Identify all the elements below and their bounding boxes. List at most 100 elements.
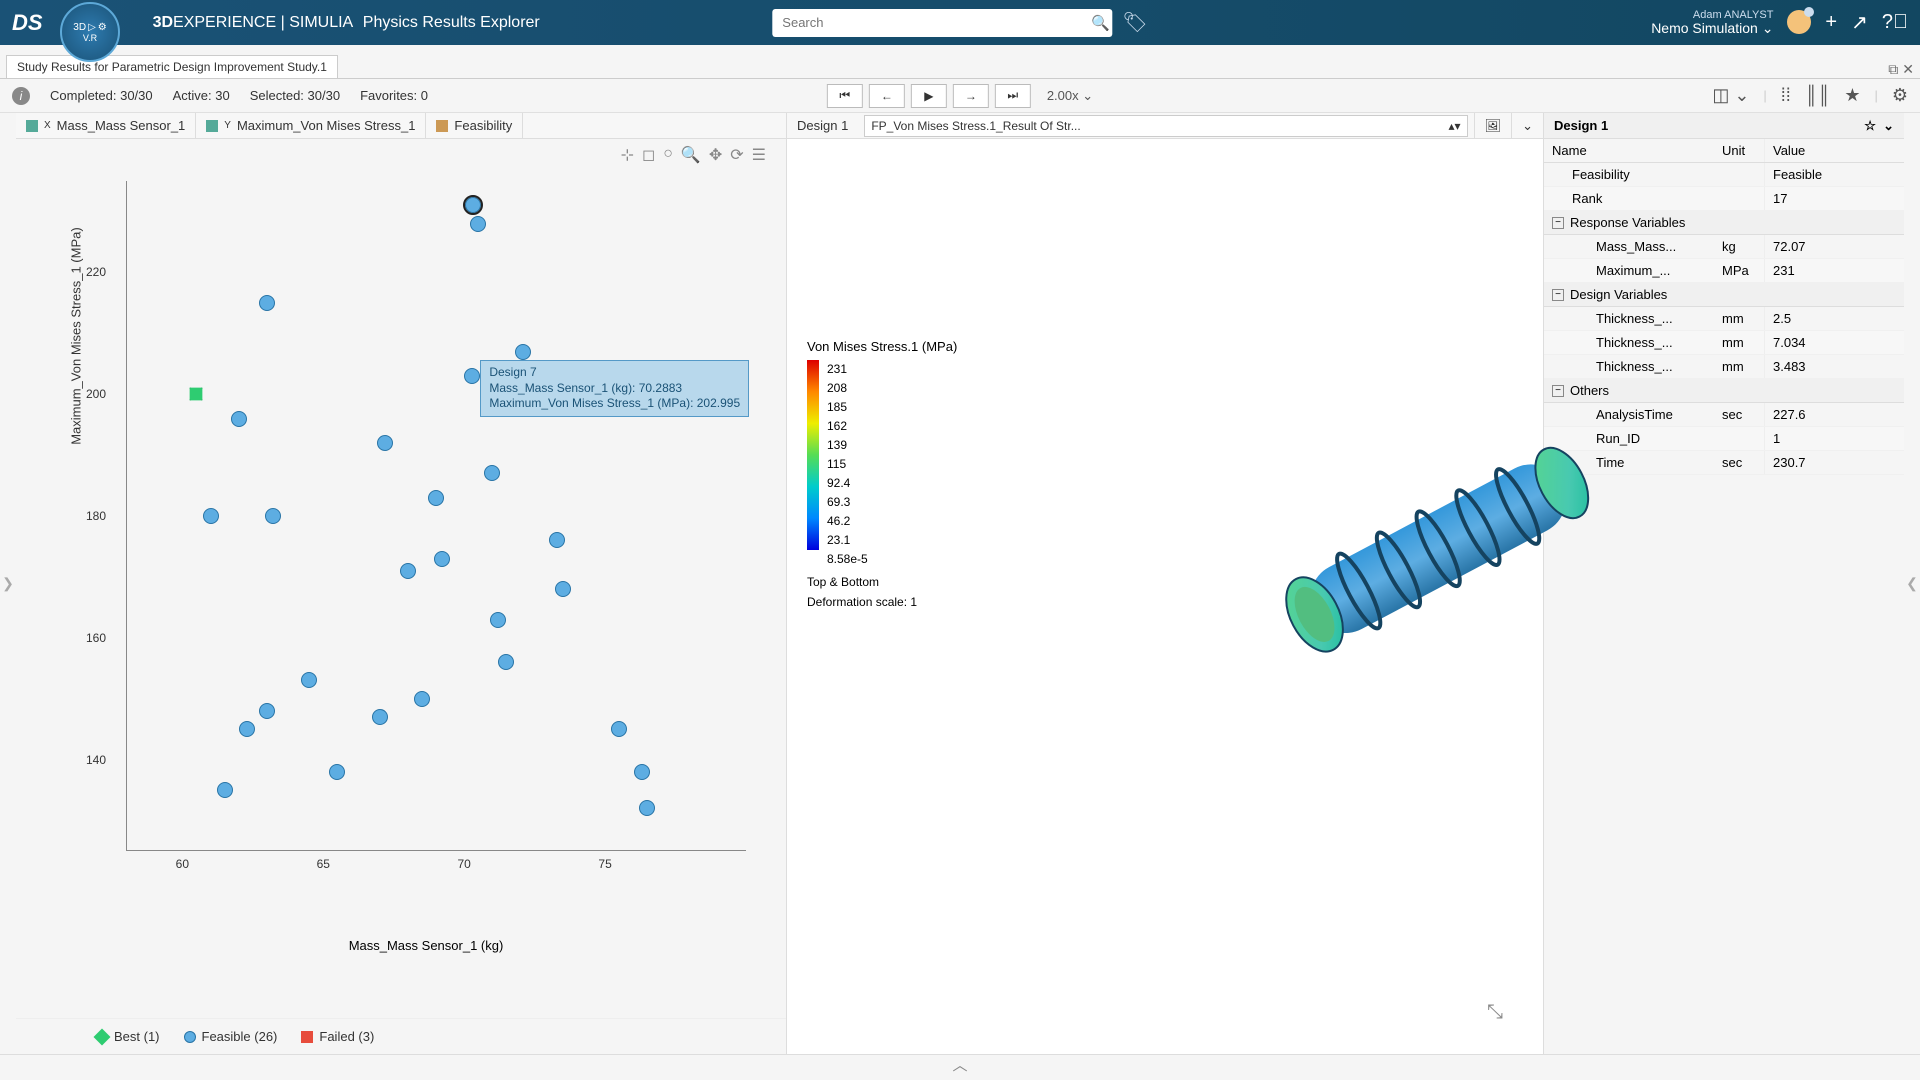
table-row[interactable]: FeasibilityFeasible [1544,163,1904,187]
legend-footer2: Deformation scale: 1 [807,589,957,609]
data-point[interactable] [203,508,219,524]
spinner-icon[interactable]: ▴▾ [1449,119,1461,133]
last-button[interactable]: ⏭ [995,84,1031,108]
data-point[interactable] [400,563,416,579]
data-point[interactable] [428,490,444,506]
zoom-icon[interactable]: 🔍 [681,145,701,165]
y-axis-selector[interactable]: YMaximum_Von Mises Stress_1 [196,113,426,138]
chevron-down-icon[interactable]: ⌄ [1883,118,1894,133]
status-active: Active: 30 [173,88,230,103]
help-icon[interactable]: ?⃝ [1882,11,1908,34]
data-point[interactable] [634,764,650,780]
parallel-icon[interactable]: ║║ [1805,85,1831,106]
document-tab[interactable]: Study Results for Parametric Design Impr… [6,55,338,78]
gear-icon[interactable]: ⚙ [1892,85,1908,106]
data-point[interactable] [498,654,514,670]
collapse-icon[interactable]: − [1552,217,1564,229]
data-point[interactable] [555,581,571,597]
data-point[interactable] [434,551,450,567]
contour-tick: 8.58e-5 [827,550,868,569]
props-title: Design 1 [1554,118,1608,133]
table-group[interactable]: −Response Variables [1544,211,1904,235]
data-point[interactable] [490,612,506,628]
data-point[interactable] [549,532,565,548]
star-outline-icon[interactable]: ☆ [1864,118,1876,133]
data-point[interactable] [265,508,281,524]
select-icon[interactable]: ⊹ [621,145,634,165]
table-row[interactable]: Thickness_...mm3.483 [1544,355,1904,379]
collapse-icon[interactable]: − [1552,385,1564,397]
next-button[interactable]: → [953,84,989,108]
data-point[interactable] [259,703,275,719]
left-expand-handle[interactable]: ❯ [0,113,16,1054]
user-block[interactable]: Adam ANALYST Nemo Simulation ⌄ [1651,9,1773,36]
bottom-collapse-handle[interactable]: ︿ [0,1054,1920,1074]
chevron-down-icon[interactable]: ⌄ [1511,113,1543,138]
viewer-tab[interactable]: Design 1 [787,113,858,138]
workspace-name: Nemo Simulation [1651,20,1758,36]
data-point[interactable] [515,344,531,360]
table-row[interactable]: Mass_Mass...kg72.07 [1544,235,1904,259]
chevron-down-icon[interactable]: ⌄ [1082,88,1093,103]
viewer-3d[interactable]: Von Mises Stress.1 (MPa) 231208185162139… [787,139,1543,1054]
data-point[interactable] [465,197,481,213]
data-point[interactable] [414,691,430,707]
info-icon[interactable]: i [12,87,30,105]
table-row[interactable]: Maximum_...MPa231 [1544,259,1904,283]
table-row[interactable]: Thickness_...mm7.034 [1544,331,1904,355]
play-button[interactable]: ▶ [911,84,947,108]
legend-feasible: Feasible (26) [202,1029,278,1044]
data-point[interactable] [231,411,247,427]
close-icon[interactable]: ✕ [1902,61,1914,78]
legend-title: Von Mises Stress.1 (MPa) [807,339,957,354]
scatter-plot[interactable]: Maximum_Von Mises Stress_1 (MPa) Mass_Ma… [86,181,766,911]
data-point[interactable] [184,381,209,406]
data-point[interactable] [464,368,480,384]
legend-failed: Failed (3) [319,1029,374,1044]
app-subtitle: Physics Results Explorer [363,14,540,31]
collapse-icon[interactable]: − [1552,289,1564,301]
search-icon[interactable]: 🔍 [1091,14,1110,32]
data-point[interactable] [611,721,627,737]
data-point[interactable] [484,465,500,481]
image-icon[interactable]: 🖼 [1474,113,1512,138]
zoom-reset-icon[interactable]: ○ [663,145,673,165]
x-axis-selector[interactable]: XMass_Mass Sensor_1 [16,113,196,138]
data-point[interactable] [377,435,393,451]
reset-icon[interactable]: ⟳ [730,145,743,165]
x-tick: 60 [176,857,189,871]
result-selector[interactable]: FP_Von Mises Stress.1_Result Of Str...▴▾ [864,115,1467,137]
data-point[interactable] [470,216,486,232]
add-icon[interactable]: + [1825,11,1837,34]
table-group[interactable]: −Design Variables [1544,283,1904,307]
share-icon[interactable]: ↗ [1851,10,1868,35]
data-point[interactable] [217,782,233,798]
table-group[interactable]: −Others [1544,379,1904,403]
box-select-icon[interactable]: ◻ [642,145,655,165]
data-point[interactable] [372,709,388,725]
right-expand-handle[interactable]: ❮ [1904,113,1920,1054]
more-icon[interactable]: ☰ [752,145,766,165]
first-button[interactable]: ⏮ [827,84,863,108]
scatter-icon[interactable]: ⁞⁞ [1781,85,1791,106]
color-selector[interactable]: Feasibility [426,113,523,138]
pan-icon[interactable]: ✥ [709,145,722,165]
data-point[interactable] [301,672,317,688]
avatar[interactable] [1787,10,1811,34]
table-row[interactable]: Thickness_...mm2.5 [1544,307,1904,331]
star-icon[interactable]: ★ [1844,85,1860,106]
data-point[interactable] [639,800,655,816]
contour-tick: 231 [827,360,868,379]
data-point[interactable] [329,764,345,780]
data-point[interactable] [239,721,255,737]
search-input[interactable] [772,9,1112,37]
triad-icon[interactable]: ⤡ [1487,1001,1503,1024]
restore-icon[interactable]: ⧉ [1888,61,1898,78]
data-point[interactable] [259,295,275,311]
layout-icon[interactable]: ◫ ⌄ [1712,85,1749,106]
table-row[interactable]: Rank17 [1544,187,1904,211]
compass-icon[interactable]: 3D ▷ ⚙ V.R [60,2,120,62]
prev-button[interactable]: ← [869,84,905,108]
contour-tick: 115 [827,455,868,474]
tag-icon[interactable]: 🏷 [1122,10,1147,35]
